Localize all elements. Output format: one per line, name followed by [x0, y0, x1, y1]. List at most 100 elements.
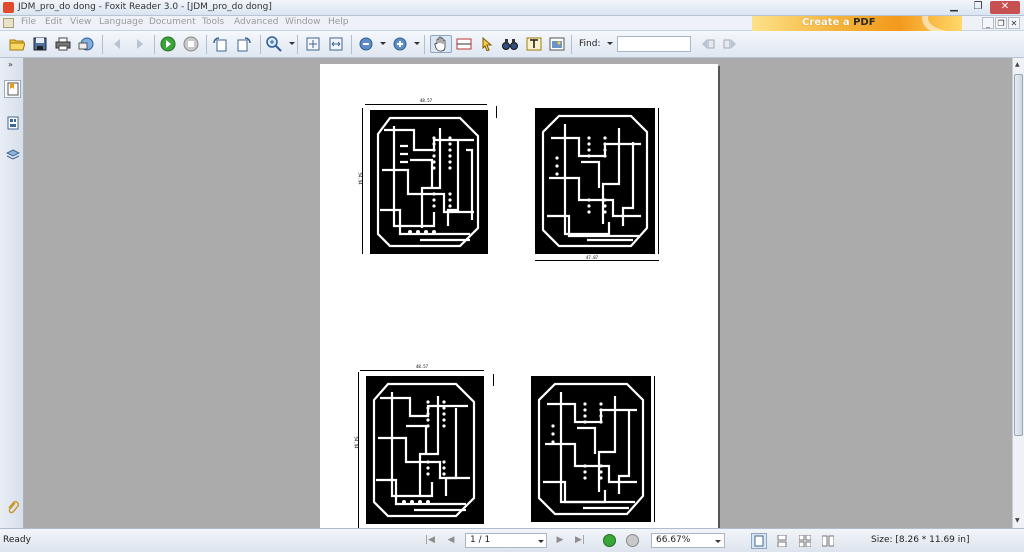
zoom-in-tool-icon[interactable]	[265, 35, 283, 53]
image-select-icon[interactable]	[548, 35, 566, 53]
menu-language[interactable]: Language	[99, 17, 143, 27]
create-pdf-banner[interactable]: Create a PDF	[752, 16, 962, 31]
bookmarks-icon[interactable]	[4, 80, 21, 98]
page-dropdown-icon[interactable]	[538, 540, 544, 543]
go-back-grey-icon[interactable]	[626, 534, 639, 547]
previous-view-icon[interactable]	[108, 35, 126, 53]
board3-dim-top: 48.57	[416, 364, 429, 369]
menu-view[interactable]: View	[70, 17, 91, 27]
find-label: Find:	[579, 39, 601, 49]
go-forward-green-icon[interactable]	[159, 35, 177, 53]
fit-width-icon[interactable]	[327, 35, 345, 53]
minimize-button[interactable]: ▁	[942, 1, 966, 14]
single-page-view-icon[interactable]	[751, 533, 767, 549]
find-options-dropdown-icon[interactable]	[607, 42, 613, 45]
doc-minimize-button[interactable]: _	[982, 17, 994, 29]
save-icon[interactable]	[31, 35, 49, 53]
facing-view-icon[interactable]	[797, 533, 813, 549]
scroll-down-arrow-icon[interactable]: ▼	[1015, 517, 1020, 524]
vertical-scrollbar[interactable]: ▲ ▼	[1012, 58, 1024, 528]
toolbar-separator	[154, 35, 155, 54]
binoculars-search-icon[interactable]	[501, 35, 519, 53]
menu-document[interactable]: Document	[149, 17, 196, 27]
board3-height-dimension	[358, 372, 359, 528]
zoom-level-field[interactable]: 66.67%	[651, 533, 725, 548]
find-next-icon[interactable]	[721, 35, 739, 53]
page-indicator: 1 / 1	[470, 535, 491, 545]
create-pdf-text: Create a PDF	[802, 17, 876, 28]
zoom-in-dropdown-icon[interactable]	[414, 42, 420, 45]
doc-restore-button[interactable]: ❐	[995, 17, 1007, 29]
next-view-icon[interactable]	[131, 35, 149, 53]
zoom-dropdown-arrow-icon[interactable]	[289, 42, 295, 45]
menu-window[interactable]: Window	[285, 17, 321, 27]
board3-dim-side: 54.94	[353, 436, 359, 449]
print-icon[interactable]	[54, 35, 72, 53]
text-select-icon[interactable]	[525, 35, 543, 53]
maximize-button[interactable]: ❐	[966, 1, 990, 14]
zoom-level-dropdown-icon[interactable]	[715, 540, 721, 543]
menu-tools[interactable]: Tools	[202, 17, 224, 27]
snapshot-icon[interactable]	[455, 35, 473, 53]
open-folder-icon[interactable]	[8, 35, 26, 53]
document-view[interactable]: 48.57 54.94 54.94 47.87 48.57 54.94 54.9…	[24, 58, 1012, 528]
attachments-paperclip-icon[interactable]	[4, 498, 21, 516]
menu-edit[interactable]: Edit	[45, 17, 62, 27]
toolbar-separator	[351, 35, 352, 54]
banner-swoosh	[922, 16, 962, 31]
last-page-icon[interactable]: ▶|	[573, 533, 587, 547]
continuous-view-icon[interactable]	[774, 533, 790, 549]
doc-close-button[interactable]: ✕	[1008, 17, 1020, 29]
window-title: JDM_pro_do dong - Foxit Reader 3.0 - [JD…	[18, 2, 272, 12]
stop-grey-icon[interactable]	[182, 35, 200, 53]
next-page-icon[interactable]: ▶	[553, 533, 567, 547]
pcb-board-2	[535, 108, 655, 254]
select-tool-icon[interactable]	[478, 35, 496, 53]
email-globe-icon[interactable]	[77, 35, 95, 53]
text-cursor	[496, 106, 497, 118]
toolbar-separator	[102, 35, 103, 54]
page-size-text: Size: [8.26 * 11.69 in]	[871, 535, 970, 545]
board4-height-dimension	[654, 376, 655, 522]
document-menu-icon[interactable]	[3, 18, 14, 28]
page-number-field[interactable]: 1 / 1	[465, 533, 547, 548]
zoom-value: 66.67%	[656, 535, 691, 545]
board2-dim-side: 54.94	[649, 172, 655, 185]
foxit-app-icon	[3, 2, 14, 13]
create-label: Create a	[802, 17, 850, 28]
toolbar-separator	[297, 35, 298, 54]
menu-advanced[interactable]: Advanced	[234, 17, 278, 27]
menu-help[interactable]: Help	[328, 17, 349, 27]
find-input[interactable]	[617, 36, 691, 52]
layers-icon[interactable]	[4, 146, 21, 164]
toolbar: Find:	[0, 31, 1024, 58]
page-thumbnails-icon[interactable]	[4, 114, 21, 132]
foxit-reader-window: JDM_pro_do dong - Foxit Reader 3.0 - [JD…	[0, 0, 1024, 552]
menu-file[interactable]: File	[21, 17, 36, 27]
expand-panel-icon[interactable]: »	[8, 60, 13, 69]
toolbar-separator	[260, 35, 261, 54]
continuous-facing-view-icon[interactable]	[820, 533, 836, 549]
navigation-panel: »	[0, 58, 24, 528]
zoom-out-dropdown-icon[interactable]	[380, 42, 386, 45]
close-button[interactable]: ✕	[990, 1, 1020, 14]
find-previous-icon[interactable]	[699, 35, 717, 53]
board1-width-dimension	[365, 104, 487, 105]
scrollbar-thumb[interactable]	[1014, 74, 1023, 436]
zoom-in-icon[interactable]	[391, 35, 409, 53]
title-bar: JDM_pro_do dong - Foxit Reader 3.0 - [JD…	[0, 0, 1024, 16]
rotate-left-icon[interactable]	[211, 35, 229, 53]
hand-tool-icon[interactable]	[430, 35, 452, 53]
status-ready: Ready	[3, 535, 31, 545]
first-page-icon[interactable]: |◀	[423, 533, 437, 547]
toolbar-separator	[206, 35, 207, 54]
fit-page-icon[interactable]	[304, 35, 322, 53]
previous-page-icon[interactable]: ◀	[444, 533, 458, 547]
go-forward-green-icon[interactable]	[603, 534, 616, 547]
rotate-right-icon[interactable]	[235, 35, 253, 53]
scroll-up-arrow-icon[interactable]: ▲	[1015, 61, 1020, 68]
board1-dim-side: 54.94	[357, 172, 363, 185]
zoom-out-icon[interactable]	[357, 35, 375, 53]
board4-dim-side: 54.94	[645, 440, 651, 453]
board2-height-dimension	[658, 108, 659, 254]
